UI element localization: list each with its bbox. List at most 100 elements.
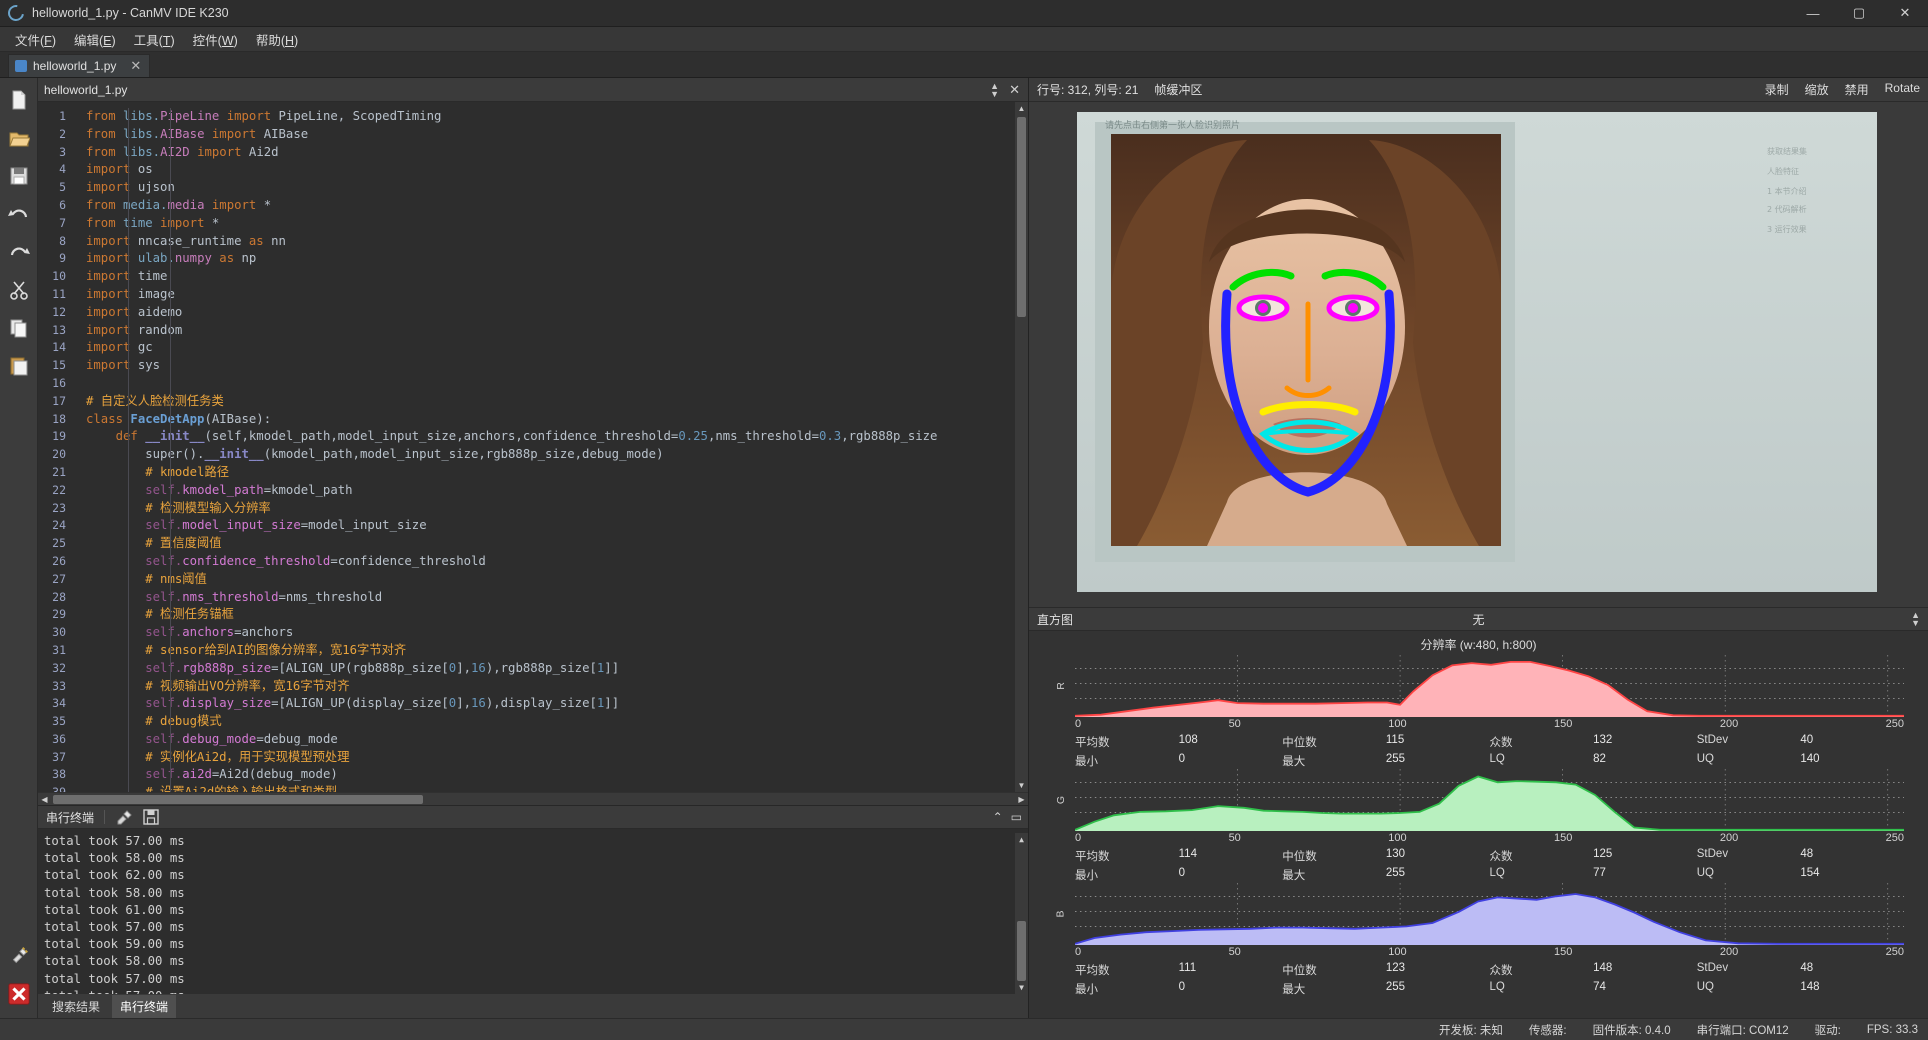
terminal-output[interactable]: total took 57.00 ms total took 58.00 ms to… — [38, 829, 1028, 994]
undo-icon[interactable] — [7, 202, 31, 226]
line-number: 3 — [59, 144, 66, 159]
histogram-header: 直方图 无 ▲ ▼ — [1029, 607, 1928, 631]
scroll-right-arrow[interactable]: ▶ — [1015, 795, 1028, 804]
editor-column: helloworld_1.py ▲ ▼ ✕ 1 2 3 4 5 6 7 8 9 10 11 12 13 14… — [38, 78, 1028, 1018]
stat-label: 最大 — [1282, 984, 1306, 996]
line-number: 15 — [52, 358, 66, 373]
bottom-tab-strip: 搜索结果 串行终端 — [38, 994, 1028, 1018]
record-button[interactable]: 录制 — [1765, 81, 1789, 98]
stat-value: 132 — [1593, 734, 1613, 746]
histogram-body: 分辨率 (w:480, h:800) R 0 50 100 150 200 250 平均数 10… — [1029, 631, 1928, 1018]
code-line: import image — [86, 286, 175, 301]
menu-tools[interactable]: 工具(T) — [125, 27, 184, 52]
terminal-vertical-scrollbar[interactable]: ▲ ▼ — [1015, 833, 1028, 994]
x-tick-label: 0 — [1075, 718, 1082, 730]
stat-label: 最小 — [1075, 870, 1098, 882]
menu-help[interactable]: 帮助(H) — [247, 27, 307, 52]
line-number: 27 — [52, 571, 66, 586]
framebuffer-view[interactable]: 请先点击右侧第一张人脸识别照片 获取结果集 人脸特征 1 本节介绍 2 代码解析… — [1029, 102, 1928, 607]
histogram-mode-spinner-icon[interactable]: ▲ ▼ — [1911, 611, 1920, 628]
line-number: 33 — [52, 678, 66, 693]
hscroll-thumb[interactable] — [53, 794, 423, 804]
code-line: self.rgb888p_size=[ALIGN_UP(rgb888p_size… — [145, 660, 620, 675]
code-text[interactable]: from libs.PipeLine import PipeLine, Scop… — [82, 102, 1015, 792]
stat-label: 平均数 — [1075, 851, 1110, 863]
x-tick-label: 150 — [1554, 946, 1573, 958]
editor-header: helloworld_1.py ▲ ▼ ✕ — [38, 78, 1028, 102]
new-file-icon[interactable] — [7, 88, 31, 112]
histogram-panel-label: 直方图 — [1037, 612, 1074, 627]
scroll-up-arrow[interactable]: ▲ — [1018, 102, 1026, 115]
channel-x-axis: 0 50 100 150 200 250 — [1075, 717, 1904, 730]
save-log-icon[interactable] — [143, 809, 159, 825]
fold-column[interactable] — [72, 102, 82, 792]
stat-value: 123 — [1385, 962, 1406, 974]
stat-label: 最大 — [1282, 756, 1306, 768]
vscroll-thumb[interactable] — [1017, 117, 1026, 317]
line-number: 26 — [52, 553, 66, 568]
minimize-button[interactable]: — — [1790, 0, 1836, 26]
editor-close-icon[interactable]: ✕ — [1009, 82, 1020, 98]
line-number: 5 — [59, 180, 66, 195]
open-file-icon[interactable] — [7, 126, 31, 150]
x-tick-label: 100 — [1388, 946, 1407, 958]
close-button[interactable]: ✕ — [1882, 0, 1928, 26]
code-vertical-scrollbar[interactable]: ▲ ▼ — [1015, 102, 1028, 792]
stop-icon[interactable] — [7, 982, 31, 1006]
copy-icon[interactable] — [7, 316, 31, 340]
stat-label: UQ — [1696, 867, 1714, 879]
save-file-icon[interactable] — [7, 164, 31, 188]
disable-button[interactable]: 禁用 — [1845, 81, 1869, 98]
histogram-mode-value[interactable]: 无 — [1472, 611, 1484, 628]
channel-stats: 平均数 108 中位数 115 众数 132 StDev 40 最小 0 最大 255 LQ 82 UQ 14… — [1075, 730, 1904, 769]
clear-terminal-icon[interactable] — [115, 809, 133, 825]
paste-icon[interactable] — [7, 354, 31, 378]
terminal-line: total took 58.00 ms — [44, 885, 185, 900]
stat-label: UQ — [1696, 753, 1714, 765]
scroll-down-arrow[interactable]: ▼ — [1018, 779, 1026, 792]
stat-label: StDev — [1696, 962, 1729, 974]
stat-value: 108 — [1178, 734, 1198, 746]
stat-value: 114 — [1178, 848, 1197, 860]
code-line: self.confidence_threshold=confidence_thr… — [145, 553, 486, 568]
python-file-icon — [15, 60, 27, 72]
menu-widgets[interactable]: 控件(W) — [184, 27, 247, 52]
maximize-button[interactable]: ▢ — [1836, 0, 1882, 26]
line-number: 23 — [52, 500, 66, 515]
line-number: 8 — [59, 233, 66, 248]
terminal-line: total took 57.00 ms — [44, 920, 185, 935]
terminal-scroll-down-arrow[interactable]: ▼ — [1019, 981, 1024, 994]
menu-edit[interactable]: 编辑(E) — [65, 27, 125, 52]
divider — [104, 810, 106, 824]
split-spinner-icon[interactable]: ▲ ▼ — [990, 81, 999, 98]
scroll-left-arrow[interactable]: ◀ — [38, 795, 51, 804]
terminal-scroll-thumb[interactable] — [1017, 921, 1026, 981]
zoom-button[interactable]: 缩放 — [1805, 81, 1829, 98]
code-editor[interactable]: 1 2 3 4 5 6 7 8 9 10 11 12 13 14 15 16 17 18 19 20 21 22 23 24 2… — [38, 102, 1028, 792]
code-horizontal-scrollbar[interactable]: ◀ ▶ — [38, 792, 1028, 805]
code-line: self.display_size=[ALIGN_UP(display_size… — [145, 696, 620, 711]
line-number: 24 — [52, 518, 66, 533]
close-icon[interactable]: ✕ — [130, 58, 141, 74]
terminal-scroll-up-arrow[interactable]: ▲ — [1019, 833, 1024, 846]
rotate-button[interactable]: Rotate — [1885, 81, 1920, 98]
stat-value: 255 — [1385, 753, 1406, 765]
terminal-line: total took 61.00 ms — [44, 902, 185, 917]
maximize-panel-icon[interactable]: ▭ — [1011, 810, 1022, 824]
cut-icon[interactable] — [7, 278, 31, 302]
line-number: 19 — [52, 429, 66, 444]
svg-text:3 运行效果: 3 运行效果 — [1767, 224, 1807, 234]
file-tab-helloworld[interactable]: helloworld_1.py ✕ — [8, 54, 151, 77]
x-tick-label: 200 — [1719, 946, 1739, 958]
menu-file[interactable]: 文件(F) — [6, 27, 65, 52]
x-tick-label: 250 — [1885, 718, 1904, 730]
redo-icon[interactable] — [7, 240, 31, 264]
collapse-panel-icon[interactable]: ⌃ — [993, 810, 1003, 824]
code-line: self.anchors=anchors — [145, 625, 294, 640]
connect-icon[interactable] — [7, 944, 31, 968]
code-line: self.nms_threshold=nms_threshold — [145, 589, 383, 604]
stat-value: 77 — [1593, 867, 1606, 879]
bottom-tab-0[interactable]: 搜索结果 — [44, 995, 108, 1018]
bottom-tab-1[interactable]: 串行终端 — [112, 994, 177, 1018]
x-tick-label: 0 — [1075, 946, 1082, 958]
